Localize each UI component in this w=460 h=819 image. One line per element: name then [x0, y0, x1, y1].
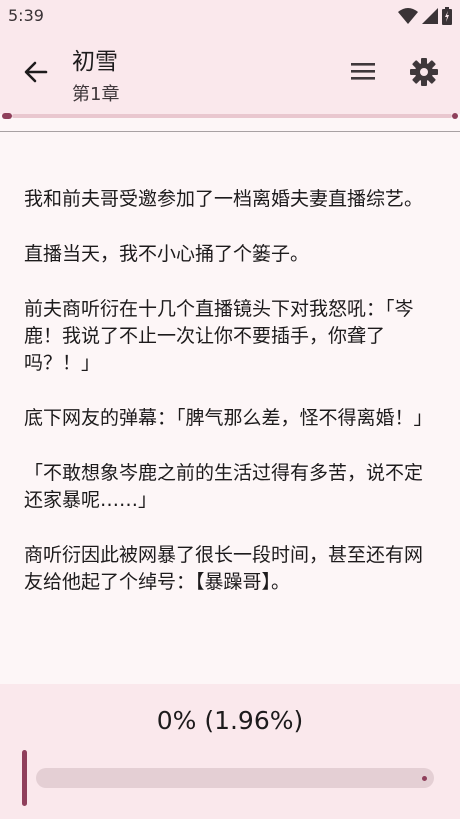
status-icons — [398, 6, 452, 26]
wifi-icon — [398, 8, 418, 24]
chapter-progress-indicator — [2, 113, 12, 119]
paragraph: 我和前夫哥受邀参加了一档离婚夫妻直播综艺。 — [24, 188, 424, 210]
back-arrow-icon[interactable] — [20, 56, 52, 88]
progress-slider-end — [422, 776, 427, 781]
signal-icon — [422, 8, 438, 24]
paragraph: 「不敢想象岑鹿之前的生活过得有多苦，说不定还家暴呢……」 — [24, 462, 424, 511]
app-bar: 初雪 第1章 — [0, 32, 460, 114]
paragraph: 商听衍因此被网暴了很长一段时间，甚至还有网友给他起了个绰号：【暴躁哥】。 — [24, 544, 424, 593]
chapter-subtitle: 第1章 — [72, 84, 120, 105]
battery-icon — [442, 7, 452, 25]
paragraph: 底下网友的弹幕：「脾气那么差，怪不得离婚！」 — [24, 407, 433, 429]
header-divider — [0, 131, 460, 132]
progress-panel: 0% (1.96%) — [0, 684, 460, 819]
book-title: 初雪 — [72, 49, 118, 75]
paragraph: 直播当天，我不小心捅了个篓子。 — [24, 243, 310, 265]
status-bar: 5:39 — [0, 0, 460, 32]
progress-percent: 0% (1.96%) — [156, 706, 304, 735]
chapter-progress-track — [12, 114, 452, 118]
status-time: 5:39 — [8, 6, 44, 25]
progress-slider-track[interactable] — [36, 768, 434, 788]
progress-slider-thumb[interactable] — [22, 750, 27, 806]
paragraph: 前夫商听衍在十几个直播镜头下对我怒吼：「岑鹿！我说了不止一次让你不要插手，你聋了… — [24, 298, 414, 374]
reading-content: 我和前夫哥受邀参加了一档离婚夫妻直播综艺。 直播当天，我不小心捅了个篓子。 前夫… — [24, 186, 440, 624]
chapter-progress-end — [452, 113, 458, 119]
gear-icon[interactable] — [406, 54, 442, 90]
menu-icon[interactable] — [346, 54, 380, 88]
